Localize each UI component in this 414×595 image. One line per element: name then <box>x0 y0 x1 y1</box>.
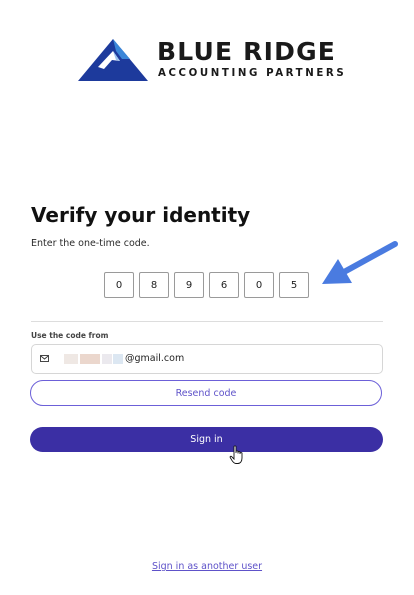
instructions-text: Enter the one-time code. <box>31 238 150 249</box>
otp-digit-3[interactable]: 9 <box>174 272 204 298</box>
page-title: Verify your identity <box>31 203 251 227</box>
otp-code-inputs: 0 8 9 6 0 5 <box>104 272 309 298</box>
section-divider <box>31 321 383 322</box>
arrow-pointer-icon <box>322 241 398 284</box>
email-domain-text: @gmail.com <box>125 353 185 364</box>
otp-digit-5[interactable]: 0 <box>244 272 274 298</box>
otp-digit-6[interactable]: 5 <box>279 272 309 298</box>
otp-digit-2[interactable]: 8 <box>139 272 169 298</box>
redacted-email-part <box>102 354 112 364</box>
delivery-label: Use the code from <box>31 331 109 340</box>
redacted-email-part <box>64 354 78 364</box>
otp-digit-4[interactable]: 6 <box>209 272 239 298</box>
hand-pointer-icon <box>229 445 243 464</box>
otp-digit-1[interactable]: 0 <box>104 272 134 298</box>
redacted-email-part <box>113 354 123 364</box>
redacted-email-part <box>80 354 100 364</box>
sign-in-button[interactable]: Sign in <box>30 427 383 452</box>
email-field: @gmail.com <box>31 344 383 374</box>
mail-icon <box>40 355 49 362</box>
resend-code-button[interactable]: Resend code <box>30 380 382 406</box>
sign-in-other-user-link[interactable]: Sign in as another user <box>0 561 414 572</box>
brand-logo: BLUE RIDGE ACCOUNTING PARTNERS <box>78 37 344 83</box>
mountain-logo-icon <box>78 39 148 81</box>
brand-name: BLUE RIDGE <box>157 37 337 66</box>
brand-tagline: ACCOUNTING PARTNERS <box>158 68 347 79</box>
